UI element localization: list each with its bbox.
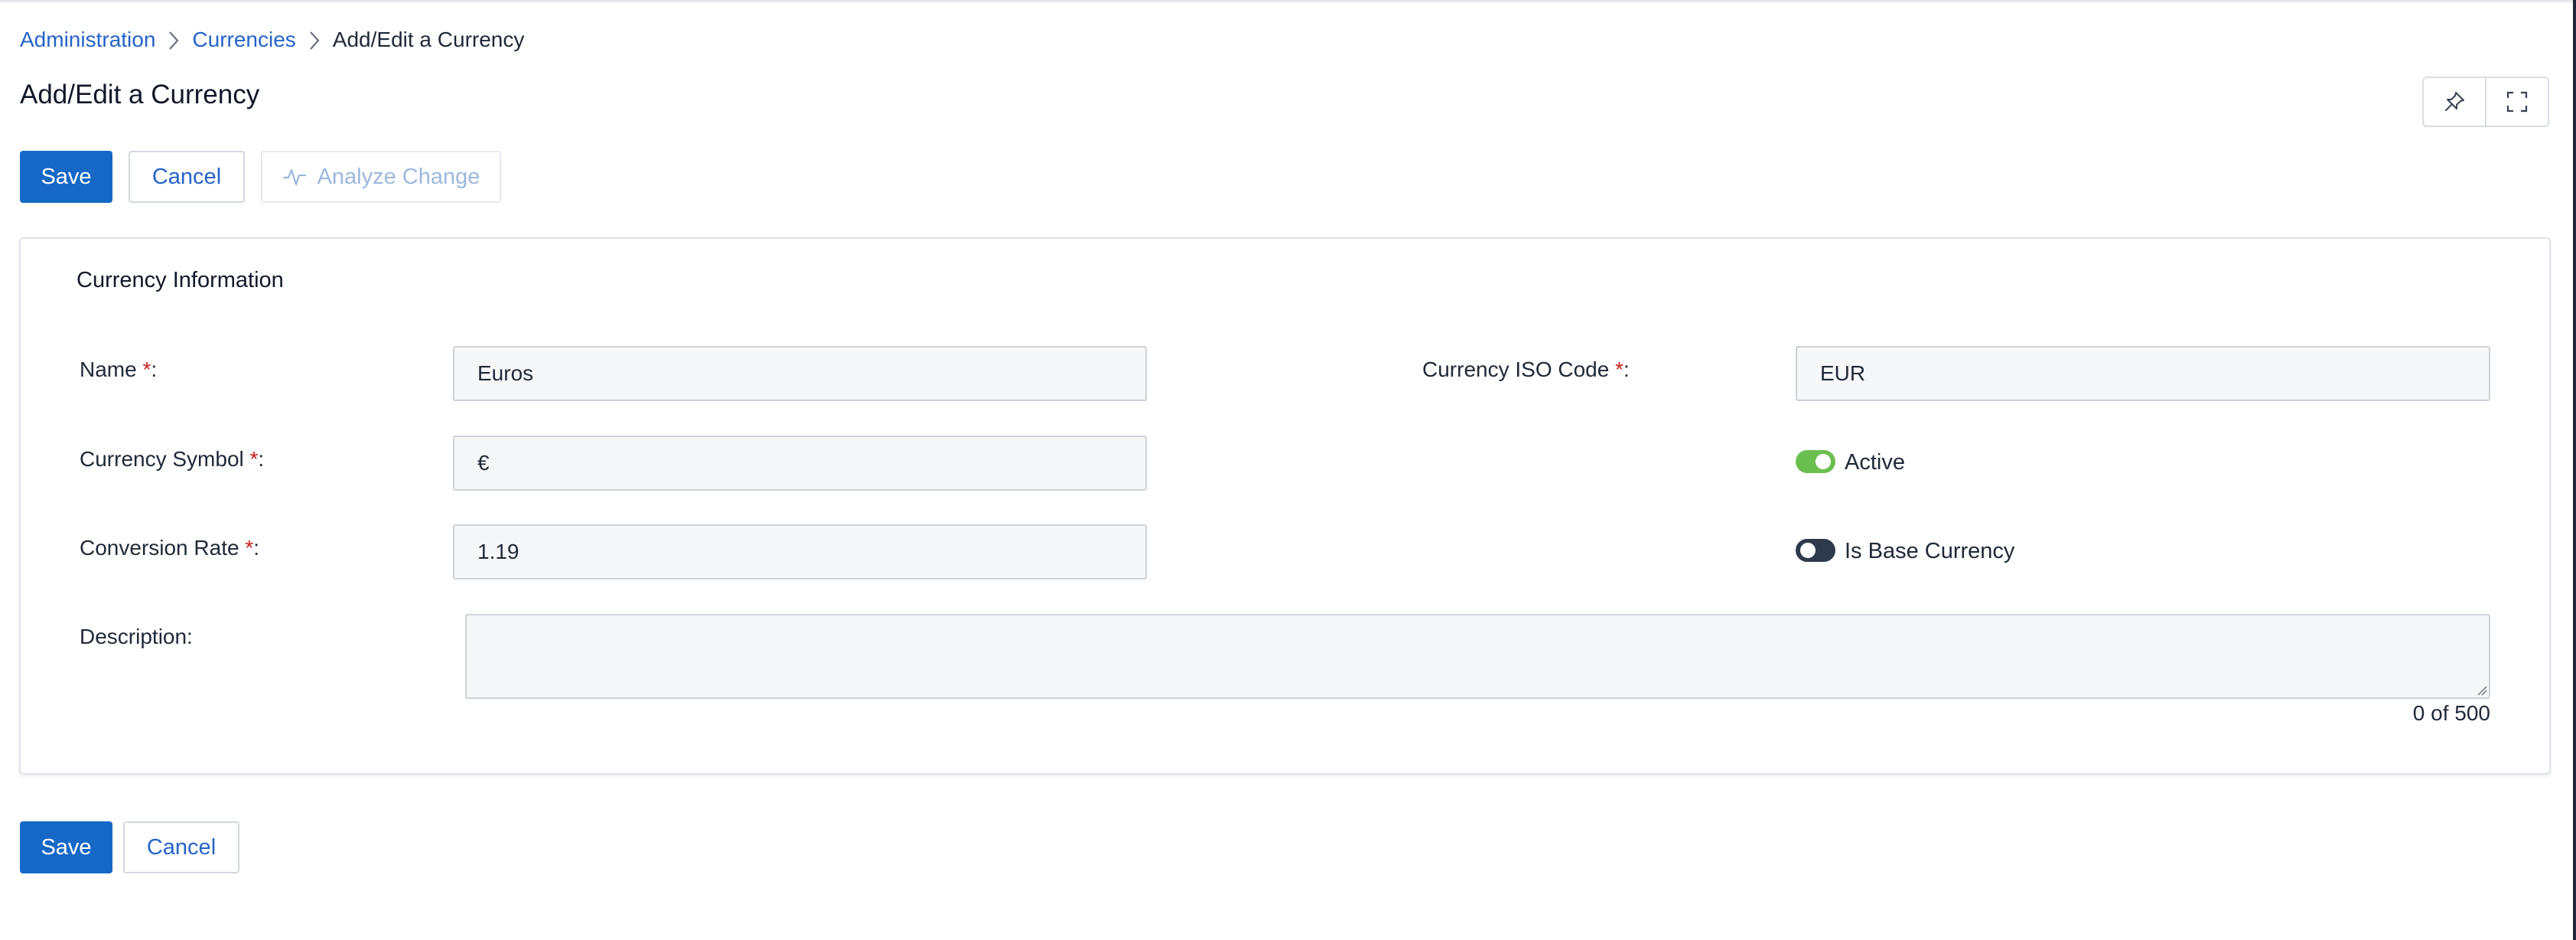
symbol-input[interactable]: €	[453, 436, 1147, 491]
fullscreen-icon	[2506, 91, 2528, 113]
toggle-knob	[1816, 454, 1831, 469]
conversion-rate-label-text: Conversion Rate	[80, 536, 246, 560]
required-mark: *	[249, 447, 259, 471]
iso-code-label-text: Currency ISO Code	[1422, 357, 1610, 381]
resize-grip-icon[interactable]	[2477, 685, 2487, 696]
footer-cancel-button[interactable]: Cancel	[123, 821, 239, 873]
description-textarea[interactable]	[465, 614, 2490, 699]
pin-button[interactable]	[2424, 78, 2485, 126]
conversion-rate-label: Conversion Rate *:	[80, 536, 260, 560]
breadcrumb-administration[interactable]: Administration	[20, 28, 155, 52]
breadcrumb-current: Add/Edit a Currency	[332, 28, 525, 51]
active-toggle[interactable]	[1796, 450, 1835, 473]
name-label: Name *:	[80, 357, 158, 381]
name-input[interactable]: Euros	[453, 346, 1147, 401]
symbol-label: Currency Symbol *:	[80, 447, 265, 471]
pin-icon	[2445, 92, 2464, 111]
fullscreen-button[interactable]	[2485, 78, 2548, 126]
chevron-right-icon	[155, 28, 192, 53]
breadcrumb: Administration Currencies Add/Edit a Cur…	[20, 23, 524, 57]
view-tools	[2422, 77, 2549, 127]
analyze-change-label: Analyze Change	[317, 164, 480, 189]
save-button[interactable]: Save	[20, 151, 112, 203]
activity-icon	[282, 168, 306, 186]
chevron-right-icon	[296, 28, 333, 53]
section-title: Currency Information	[77, 268, 284, 292]
breadcrumb-currencies[interactable]: Currencies	[192, 28, 295, 52]
analyze-change-button[interactable]: Analyze Change	[261, 151, 501, 203]
required-mark: *	[245, 536, 254, 560]
required-mark: *	[1615, 357, 1624, 381]
top-border	[0, 0, 2576, 2]
cancel-button[interactable]: Cancel	[129, 151, 245, 203]
base-currency-label: Is Base Currency	[1845, 539, 2015, 563]
active-label: Active	[1845, 450, 1905, 475]
base-currency-toggle[interactable]	[1796, 539, 1835, 562]
name-label-text: Name	[80, 357, 137, 381]
conversion-rate-input[interactable]: 1.19	[453, 524, 1147, 579]
toggle-knob	[1800, 543, 1816, 558]
description-label: Description:	[80, 625, 193, 648]
required-mark: *	[142, 357, 151, 381]
footer-save-button[interactable]: Save	[20, 821, 112, 873]
page-title: Add/Edit a Currency	[20, 80, 260, 109]
window-edge	[2573, 0, 2576, 940]
symbol-label-text: Currency Symbol	[80, 447, 244, 471]
character-counter: 0 of 500	[2412, 701, 2490, 725]
iso-code-label: Currency ISO Code *:	[1422, 357, 1630, 381]
iso-code-input[interactable]: EUR	[1796, 346, 2490, 401]
